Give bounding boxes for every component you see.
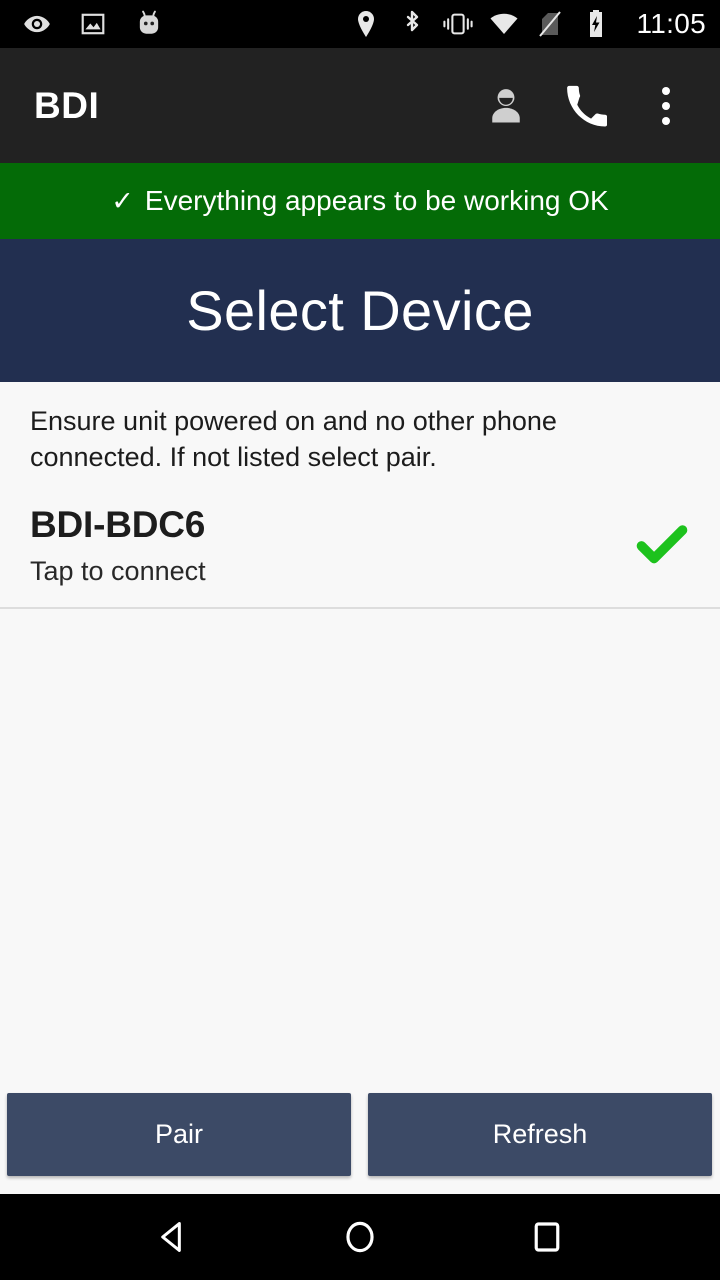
status-bar-clock: 11:05	[636, 8, 706, 39]
app-title: BDI	[34, 84, 100, 126]
location-icon	[351, 9, 381, 39]
status-bar-notifications	[22, 9, 164, 39]
home-icon[interactable]	[320, 1197, 400, 1277]
button-bar: Pair Refresh	[0, 1093, 720, 1194]
app-bar-actions	[474, 74, 698, 138]
cyanogenmod-icon	[134, 9, 164, 39]
device-subtitle: Tap to connect	[30, 556, 206, 587]
overflow-menu-icon[interactable]	[634, 74, 698, 138]
instructions-text: Ensure unit powered on and no other phon…	[30, 406, 557, 472]
vibrate-icon	[442, 9, 473, 39]
navigation-bar	[0, 1194, 720, 1280]
page-title: Select Device	[186, 279, 534, 342]
recents-icon[interactable]	[507, 1197, 587, 1277]
empty-list-space	[0, 609, 720, 1093]
content-area: Ensure unit powered on and no other phon…	[0, 382, 720, 1194]
no-sim-icon	[535, 9, 565, 39]
eye-icon	[22, 9, 52, 39]
account-icon[interactable]	[474, 74, 538, 138]
status-bar: 11:05	[0, 0, 720, 48]
app-bar: BDI	[0, 48, 720, 163]
refresh-button[interactable]: Refresh	[368, 1093, 712, 1176]
phone-icon[interactable]	[554, 74, 618, 138]
device-text-block: BDI-BDC6 Tap to connect	[30, 502, 630, 588]
device-list: BDI-BDC6 Tap to connect	[0, 496, 720, 610]
device-name: BDI-BDC6	[30, 503, 206, 545]
phone-screen: 11:05 BDI ✓ Everything appears to be wor…	[0, 0, 720, 1280]
bluetooth-icon	[397, 9, 427, 39]
check-icon: ✓	[111, 185, 134, 216]
page-header: Select Device	[0, 239, 720, 382]
check-icon	[630, 517, 694, 573]
image-icon	[78, 9, 108, 39]
device-list-item[interactable]: BDI-BDC6 Tap to connect	[0, 496, 720, 610]
status-banner-text: Everything appears to be working OK	[144, 185, 609, 216]
wifi-icon	[489, 9, 519, 39]
status-bar-system-icons: 11:05	[351, 8, 707, 40]
back-icon[interactable]	[133, 1197, 213, 1277]
pair-button[interactable]: Pair	[7, 1093, 351, 1176]
status-banner: ✓ Everything appears to be working OK	[0, 163, 720, 239]
battery-charging-icon	[581, 9, 611, 39]
